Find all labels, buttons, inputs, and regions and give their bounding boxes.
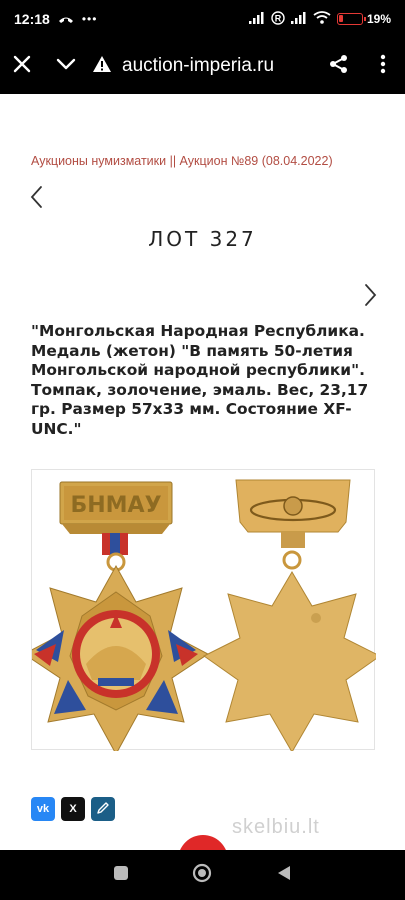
warning-icon[interactable] <box>92 55 112 78</box>
wifi-icon <box>313 11 331 27</box>
url-bar[interactable]: auction-imperia.ru <box>88 55 317 78</box>
medal-obverse: БНМАУ <box>32 481 209 751</box>
web-page: Аукционы нумизматики || Аукцион №89 (08.… <box>0 94 405 885</box>
recents-button[interactable] <box>107 861 135 889</box>
next-lot-button[interactable] <box>360 282 380 308</box>
close-icon <box>13 55 31 78</box>
battery-percent-value: 19 <box>366 12 381 26</box>
x-icon: X <box>69 803 77 815</box>
lot-description-line: Томпак, золочение, эмаль. Вес, 23,17 <box>31 380 369 399</box>
livejournal-share-button[interactable] <box>91 797 115 821</box>
share-page-button[interactable] <box>317 38 361 94</box>
chevron-left-icon <box>28 186 48 214</box>
phone-screen: 12:18 ••• R 19% auction-imperia.ru Аукци… <box>0 0 405 900</box>
lot-description-line: "Монгольская Народная Республика. <box>31 322 365 340</box>
battery-percent: 19% <box>366 12 391 26</box>
status-time: 12:18 <box>14 11 50 27</box>
chevron-down-icon <box>56 57 76 75</box>
share-icon <box>329 54 349 79</box>
home-circle-icon <box>192 863 212 888</box>
breadcrumb[interactable]: Аукционы нумизматики || Аукцион №89 (08.… <box>31 154 333 168</box>
close-tab-button[interactable] <box>0 38 44 94</box>
home-button[interactable] <box>188 861 216 889</box>
medal-photo: БНМАУ <box>32 479 376 751</box>
previous-lot-button[interactable] <box>28 184 48 210</box>
medal-plate-text: БНМАУ <box>70 493 161 518</box>
chevron-right-icon <box>360 284 380 312</box>
lot-title: ЛОТ 327 <box>148 227 257 251</box>
medal-reverse <box>203 479 376 751</box>
browser-menu-button[interactable] <box>361 38 405 94</box>
lot-description-line: UNC." <box>31 419 82 438</box>
battery-fill <box>338 15 343 22</box>
pencil-icon <box>96 801 110 818</box>
x-share-button[interactable]: X <box>61 797 85 821</box>
cell-signal-icon <box>248 11 265 27</box>
browser-toolbar: auction-imperia.ru <box>0 38 405 94</box>
more-dots-icon: ••• <box>81 12 98 26</box>
vk-icon: vk <box>36 803 50 815</box>
more-vert-icon <box>380 54 386 79</box>
cell-signal-2-icon <box>290 11 307 27</box>
lot-photo[interactable]: БНМАУ <box>31 469 376 751</box>
lot-description-line: Монгольской народной республики". <box>31 361 365 379</box>
share-buttons: vk X <box>31 797 115 821</box>
vk-share-button[interactable]: vk <box>31 797 55 821</box>
lot-description-line: гр. Размер 57х33 мм. Состояние XF- <box>31 400 352 418</box>
lot-description-line: Медаль (жетон) "В память 50-летия <box>31 341 353 360</box>
square-icon <box>113 865 129 886</box>
system-nav-bar <box>0 850 405 900</box>
battery-icon: 19% <box>336 12 391 26</box>
roaming-r-icon: R <box>271 10 285 28</box>
svg-text:R: R <box>275 13 282 23</box>
expand-toolbar-button[interactable] <box>44 38 88 94</box>
status-bar: 12:18 ••• R 19% <box>0 0 405 38</box>
url-text: auction-imperia.ru <box>122 55 275 76</box>
lot-description: "Монгольская Народная Республика. Медаль… <box>31 322 381 439</box>
watermark: skelbiu.lt <box>232 816 320 838</box>
back-button[interactable] <box>270 861 298 889</box>
triangle-back-icon <box>276 864 292 887</box>
missed-call-icon <box>58 11 74 27</box>
